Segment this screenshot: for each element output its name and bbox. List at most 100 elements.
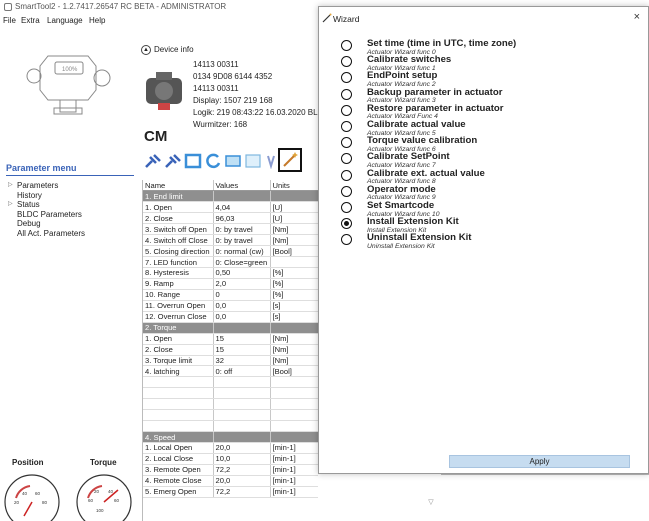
radio-button[interactable] xyxy=(341,40,352,51)
cell-value[interactable]: 72,2 xyxy=(213,486,271,498)
refresh-icon[interactable] xyxy=(184,153,202,169)
table-row[interactable]: 2. Close 96,03 [U] xyxy=(143,212,318,225)
table-section-row[interactable]: 1. End limit xyxy=(143,190,318,203)
radio-button[interactable] xyxy=(341,56,352,68)
cell-name: 5. Closing direction xyxy=(143,245,214,258)
radio-button[interactable] xyxy=(341,153,352,165)
cell-name xyxy=(143,398,214,411)
cell-value[interactable]: 0: by travel xyxy=(213,234,271,247)
table-row[interactable]: 9. Ramp 2,0 [%] xyxy=(143,278,318,290)
radio-button[interactable] xyxy=(341,234,352,246)
radio-button[interactable] xyxy=(341,169,352,181)
radio-button[interactable] xyxy=(341,104,352,116)
table-row[interactable]: 1. Open 4,04 [U] xyxy=(143,201,318,214)
device-info-line: Display: 1507 219 168 xyxy=(193,96,273,105)
secondary-grid xyxy=(441,474,649,521)
radio-button[interactable] xyxy=(341,72,352,84)
cell-value[interactable]: 0,0 xyxy=(213,300,271,312)
cell-value[interactable]: 0: off xyxy=(213,365,271,378)
column-header-name[interactable]: Name xyxy=(143,180,214,192)
plug-icon[interactable] xyxy=(144,153,162,169)
column-header-units[interactable]: Units xyxy=(270,180,318,192)
menu-language[interactable]: Language xyxy=(47,16,83,25)
table-row[interactable]: 10. Range 0 [%] xyxy=(143,289,318,301)
table-row[interactable]: 1. Open 15 [Nm] xyxy=(143,333,318,345)
table-row[interactable]: 5. Closing direction 0: normal (cw) [Bool] xyxy=(143,245,318,258)
table-row[interactable]: 1. Local Open 20,0 [min-1] xyxy=(143,442,318,454)
plug-icon[interactable] xyxy=(164,153,182,169)
cell-name: 1. Open xyxy=(143,201,214,214)
table-row[interactable]: 3. Switch off Open 0: by travel [Nm] xyxy=(143,223,318,236)
cell-value[interactable]: 20,0 xyxy=(213,442,271,454)
menu-extra[interactable]: Extra xyxy=(21,16,40,25)
apply-button[interactable]: Apply xyxy=(449,455,630,468)
radio-button[interactable] xyxy=(341,121,352,132)
cell-name: 1. Local Open xyxy=(143,442,214,454)
menu-file[interactable]: File xyxy=(3,16,16,25)
cell-value[interactable]: 20,0 xyxy=(213,475,271,487)
svg-text:100%: 100% xyxy=(62,67,78,73)
radio-button[interactable] xyxy=(341,202,352,213)
cell-value[interactable]: 15 xyxy=(213,344,271,356)
radio-button[interactable] xyxy=(341,88,352,100)
cell-value[interactable]: 10,0 xyxy=(213,453,271,465)
cell-unit: [s] xyxy=(270,300,318,312)
table-row[interactable]: 7. LED function 0: Close=green xyxy=(143,256,318,268)
radio-button[interactable] xyxy=(341,137,352,149)
tree-item-all-act-parameters[interactable]: All Act. Parameters xyxy=(8,229,85,239)
close-icon[interactable]: × xyxy=(634,11,640,23)
cell-value[interactable]: 32 xyxy=(213,355,271,367)
table-row[interactable]: 3. Remote Open 72,2 [min-1] xyxy=(143,464,318,476)
tree-item-status[interactable]: ▷ Status xyxy=(8,200,85,210)
table-section-row[interactable]: 2. Torque xyxy=(143,322,318,334)
cell-value[interactable]: 72,2 xyxy=(213,464,271,476)
table-row[interactable]: 4. latching 0: off [Bool] xyxy=(143,365,318,378)
tree-item-history[interactable]: History xyxy=(8,191,85,201)
chevron-up-icon[interactable]: ▲ xyxy=(141,45,151,55)
refresh-icon[interactable] xyxy=(204,153,222,169)
expand-arrow-icon[interactable]: ▷ xyxy=(8,181,13,191)
cell-value[interactable]: 0,0 xyxy=(213,311,271,323)
menu-help[interactable]: Help xyxy=(89,16,105,25)
table-row[interactable]: 4. Switch off Close 0: by travel [Nm] xyxy=(143,234,318,247)
table-row[interactable]: 8. Hysteresis 0,50 [%] xyxy=(143,267,318,279)
option-label: Set Smartcode xyxy=(367,200,435,211)
cell-value[interactable]: 0,50 xyxy=(213,267,271,279)
tree-item-bldc-parameters[interactable]: BLDC Parameters xyxy=(8,210,85,220)
table-row[interactable]: 5. Emerg Open 72,2 [min-1] xyxy=(143,486,318,498)
chart-icon[interactable] xyxy=(244,153,262,169)
cell-value[interactable]: 0 xyxy=(213,289,271,301)
table-row[interactable]: 2. Close 15 [Nm] xyxy=(143,344,318,356)
table-row[interactable]: 11. Overrun Open 0,0 [s] xyxy=(143,300,318,312)
tree-item-parameters[interactable]: ▷ Parameters xyxy=(8,181,85,191)
cell-value[interactable]: 96,03 xyxy=(213,212,271,225)
wizard-button[interactable] xyxy=(278,148,302,172)
cell-name: 2. Close xyxy=(143,344,214,356)
save-icon[interactable] xyxy=(224,153,242,169)
table-row[interactable] xyxy=(143,398,318,411)
table-row[interactable] xyxy=(143,387,318,400)
tree-item-debug[interactable]: Debug xyxy=(8,219,85,229)
cell-value[interactable]: 0: by travel xyxy=(213,223,271,236)
table-section-row[interactable]: 4. Speed xyxy=(143,431,318,443)
table-row[interactable]: 3. Torque limit 32 [Nm] xyxy=(143,355,318,367)
table-row[interactable]: 4. Remote Close 20,0 [min-1] xyxy=(143,475,318,487)
cell-value[interactable]: 2,0 xyxy=(213,278,271,290)
column-header-values[interactable]: Values xyxy=(213,180,271,192)
cell-unit: [min-1] xyxy=(270,464,318,476)
radio-button[interactable] xyxy=(341,185,352,197)
cell-value[interactable]: 15 xyxy=(213,333,271,345)
cell-value[interactable]: 0: normal (cw) xyxy=(213,245,271,258)
table-row[interactable] xyxy=(143,376,318,389)
scroll-down-arrow[interactable]: ▽ xyxy=(425,498,437,512)
cell-value[interactable]: 0: Close=green xyxy=(213,256,271,268)
table-row[interactable] xyxy=(143,409,318,422)
cell-unit xyxy=(270,376,318,389)
table-row[interactable] xyxy=(143,420,318,433)
radio-button[interactable] xyxy=(341,218,352,230)
expand-arrow-icon[interactable]: ▷ xyxy=(8,200,13,210)
wizard-option[interactable]: Uninstall Extension Kit Uninstall Extensi… xyxy=(341,232,631,252)
cell-value[interactable]: 4,04 xyxy=(213,201,271,214)
table-row[interactable]: 2. Local Close 10,0 [min-1] xyxy=(143,453,318,465)
table-row[interactable]: 12. Overrun Close 0,0 [s] xyxy=(143,311,318,323)
